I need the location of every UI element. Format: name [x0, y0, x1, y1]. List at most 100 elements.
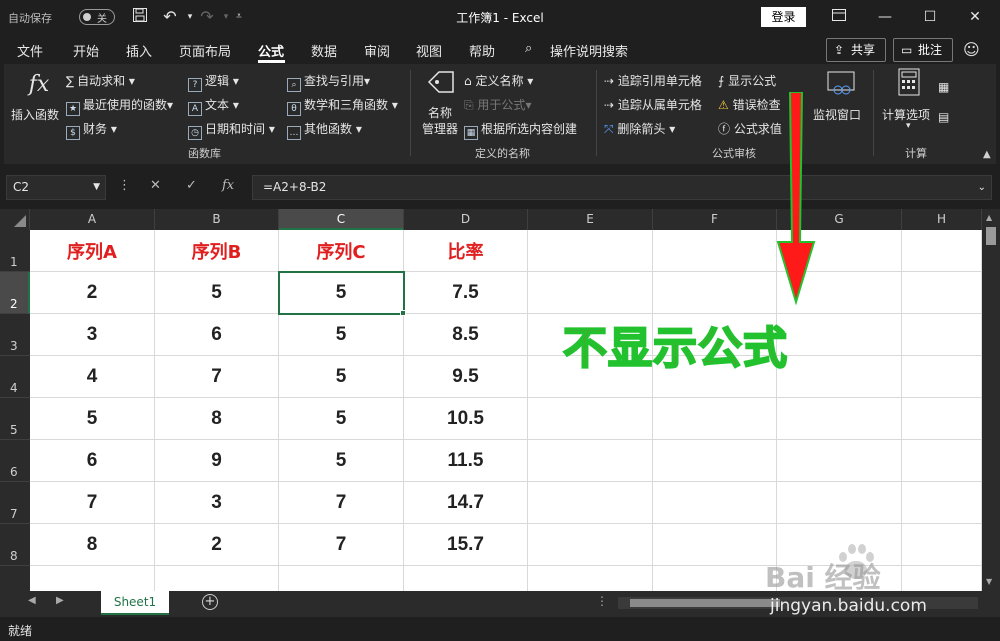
- cell-d9[interactable]: [404, 566, 528, 591]
- tab-insert[interactable]: 插入: [126, 41, 152, 60]
- vertical-scroll-thumb[interactable]: [986, 227, 996, 245]
- minimize-icon[interactable]: —: [870, 6, 900, 28]
- show-formulas-button[interactable]: ⨍ 显示公式: [718, 72, 776, 89]
- row-header-9[interactable]: 9: [0, 566, 30, 591]
- maximize-icon[interactable]: ☐: [915, 6, 945, 28]
- cell-b3[interactable]: 6: [155, 314, 279, 356]
- cell-h6[interactable]: [902, 440, 982, 482]
- tab-data[interactable]: 数据: [311, 41, 337, 60]
- cell-c1[interactable]: 序列C: [279, 230, 404, 272]
- cell-f6[interactable]: [653, 440, 777, 482]
- name-manager-label-2[interactable]: 管理器: [422, 120, 458, 137]
- logical-button[interactable]: ? 逻辑 ▾: [188, 72, 239, 92]
- name-box-dropdown-icon[interactable]: ▼: [93, 176, 100, 199]
- cell-c6[interactable]: 5: [279, 440, 404, 482]
- math-button[interactable]: θ 数学和三角函数 ▾: [287, 96, 398, 116]
- scroll-up-icon[interactable]: ▲: [986, 213, 992, 222]
- expand-formula-icon[interactable]: ⌄: [978, 176, 986, 199]
- other-functions-button[interactable]: … 其他函数 ▾: [287, 120, 362, 140]
- feedback-smiley-icon[interactable]: ☺: [963, 40, 980, 59]
- row-header-1[interactable]: 1: [0, 230, 30, 272]
- text-button[interactable]: A 文本 ▾: [188, 96, 239, 116]
- row-header-7[interactable]: 7: [0, 482, 30, 524]
- worksheet-grid[interactable]: A B C D E F G H 1 序列A 序列B 序列C 比率 2 2 5 5 7.5 3 3 6 5 8…: [0, 209, 1000, 591]
- tab-split-icon[interactable]: ⋮: [596, 594, 608, 608]
- comments-button[interactable]: ▭ 批注: [893, 38, 953, 62]
- cell-b2[interactable]: 5: [155, 272, 279, 314]
- cell-c3[interactable]: 5: [279, 314, 404, 356]
- col-header-c[interactable]: C: [279, 209, 404, 230]
- row-header-2[interactable]: 2: [0, 272, 30, 314]
- tab-page-layout[interactable]: 页面布局: [179, 41, 231, 60]
- cell-a7[interactable]: 7: [30, 482, 155, 524]
- cell-b8[interactable]: 2: [155, 524, 279, 566]
- watch-window-icon[interactable]: [824, 70, 858, 104]
- cell-f2[interactable]: [653, 272, 777, 314]
- cell-b1[interactable]: 序列B: [155, 230, 279, 272]
- tell-me-search[interactable]: 操作说明搜索: [550, 41, 628, 60]
- cell-e9[interactable]: [528, 566, 653, 591]
- login-button[interactable]: 登录: [761, 7, 806, 27]
- row-header-5[interactable]: 5: [0, 398, 30, 440]
- ribbon-display-icon[interactable]: [824, 6, 854, 28]
- row-header-8[interactable]: 8: [0, 524, 30, 566]
- insert-function-button[interactable]: 插入函数: [11, 106, 59, 123]
- cell-g5[interactable]: [777, 398, 902, 440]
- row-header-6[interactable]: 6: [0, 440, 30, 482]
- cell-d7[interactable]: 14.7: [404, 482, 528, 524]
- col-header-d[interactable]: D: [404, 209, 528, 230]
- cell-h3[interactable]: [902, 314, 982, 356]
- cell-a4[interactable]: 4: [30, 356, 155, 398]
- sheet-tab-sheet1[interactable]: Sheet1: [101, 591, 169, 615]
- cell-b4[interactable]: 7: [155, 356, 279, 398]
- tab-file[interactable]: 文件: [17, 41, 43, 60]
- cell-d4[interactable]: 9.5: [404, 356, 528, 398]
- cell-a2[interactable]: 2: [30, 272, 155, 314]
- insert-function-icon[interactable]: fx: [22, 68, 56, 102]
- collapse-ribbon-icon[interactable]: ▲: [983, 149, 991, 160]
- name-box[interactable]: C2 ▼: [6, 175, 106, 200]
- row-header-4[interactable]: 4: [0, 356, 30, 398]
- scroll-down-icon[interactable]: ▼: [986, 577, 992, 586]
- cell-g3[interactable]: [777, 314, 902, 356]
- name-manager-icon[interactable]: [424, 68, 458, 102]
- calc-options-dropdown-icon[interactable]: ▾: [906, 121, 911, 131]
- calculate-sheet-icon[interactable]: ▤: [938, 110, 949, 124]
- cell-d6[interactable]: 11.5: [404, 440, 528, 482]
- cell-g4[interactable]: [777, 356, 902, 398]
- cell-e7[interactable]: [528, 482, 653, 524]
- search-icon[interactable]: ⌕: [525, 41, 532, 56]
- use-in-formula-button[interactable]: ⎘ 用于公式▾: [464, 96, 531, 113]
- name-manager-label-1[interactable]: 名称: [428, 104, 452, 121]
- datetime-button[interactable]: ◷ 日期和时间 ▾: [188, 120, 275, 140]
- trace-dependents-button[interactable]: ⇢ 追踪从属单元格: [604, 96, 702, 113]
- cell-b5[interactable]: 8: [155, 398, 279, 440]
- cell-d8[interactable]: 15.7: [404, 524, 528, 566]
- cell-c8[interactable]: 7: [279, 524, 404, 566]
- col-header-h[interactable]: H: [902, 209, 982, 230]
- add-sheet-icon[interactable]: +: [202, 594, 218, 610]
- next-sheet-icon[interactable]: ▶: [56, 595, 64, 606]
- cell-h5[interactable]: [902, 398, 982, 440]
- cell-d1[interactable]: 比率: [404, 230, 528, 272]
- cell-c9[interactable]: [279, 566, 404, 591]
- tab-home[interactable]: 开始: [73, 41, 99, 60]
- cell-h7[interactable]: [902, 482, 982, 524]
- formula-input[interactable]: =A2+8-B2 ⌄: [252, 175, 992, 200]
- cell-h1[interactable]: [902, 230, 982, 272]
- more-icon[interactable]: ⋮: [118, 178, 131, 193]
- cell-d5[interactable]: 10.5: [404, 398, 528, 440]
- prev-sheet-icon[interactable]: ◀: [28, 595, 36, 606]
- cell-a6[interactable]: 6: [30, 440, 155, 482]
- col-header-e[interactable]: E: [528, 209, 653, 230]
- cell-a9[interactable]: [30, 566, 155, 591]
- cell-h4[interactable]: [902, 356, 982, 398]
- cell-c5[interactable]: 5: [279, 398, 404, 440]
- horizontal-scroll-thumb[interactable]: [630, 599, 780, 607]
- enter-icon[interactable]: ✓: [186, 178, 197, 193]
- col-header-f[interactable]: F: [653, 209, 777, 230]
- tab-view[interactable]: 视图: [416, 41, 442, 60]
- cell-g7[interactable]: [777, 482, 902, 524]
- cell-h2[interactable]: [902, 272, 982, 314]
- cell-d2[interactable]: 7.5: [404, 272, 528, 314]
